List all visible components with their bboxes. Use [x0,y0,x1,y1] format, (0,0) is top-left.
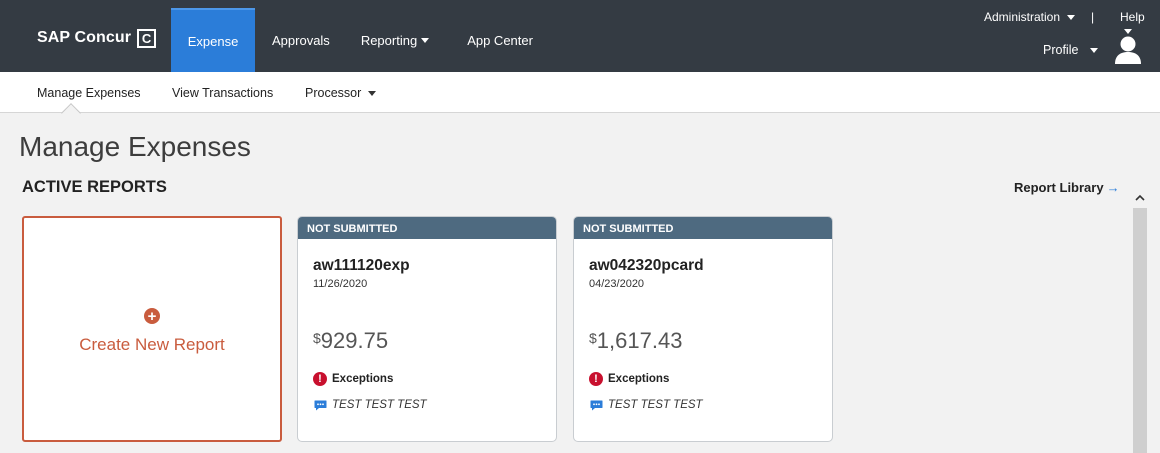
profile-label: Profile [1043,43,1079,57]
nav-reporting[interactable]: Reporting [360,8,430,72]
nav-approvals[interactable]: Approvals [272,8,330,72]
report-status-banner: NOT SUBMITTED [298,217,556,239]
help-menu[interactable]: Help [1120,10,1160,38]
report-comment: TEST TEST TEST [608,399,703,411]
logo-mark-icon: C [137,28,157,48]
caret-down-icon [367,91,376,97]
report-name: aw042320pcard [589,257,704,274]
sap-concur-logo[interactable]: SAP Concur C [37,27,157,49]
page-title: Manage Expenses [19,131,251,162]
create-new-report-card[interactable]: + Create New Report [22,216,282,442]
caret-down-icon [421,37,430,43]
scroll-up-chevron-icon[interactable] [1133,191,1147,205]
report-card[interactable]: NOT SUBMITTED aw111120exp 11/26/2020 $92… [297,216,557,442]
report-comment: TEST TEST TEST [332,399,427,411]
subnav-manage-expenses[interactable]: Manage Expenses [37,86,141,100]
report-date: 11/26/2020 [313,278,368,290]
nav-expense[interactable]: Expense [171,8,255,72]
administration-menu[interactable]: Administration [984,10,1076,24]
exceptions-label: Exceptions [332,373,394,385]
subnav-view-transactions-label: View Transactions [172,86,274,100]
currency-symbol: $ [313,330,321,346]
comment-icon [314,400,327,411]
report-amount: $929.75 [313,328,388,354]
amount-value: 929.75 [320,328,389,353]
report-library-link[interactable]: Report Library → [1014,180,1120,195]
report-name: aw111120exp [313,257,410,274]
currency-symbol: $ [589,330,597,346]
utility-divider: | [1091,10,1095,24]
report-date: 04/23/2020 [589,278,645,290]
profile-menu[interactable]: Profile [1043,43,1098,57]
nav-reporting-label: Reporting [360,32,418,48]
report-library-label: Report Library [1014,180,1104,195]
exceptions-label: Exceptions [608,373,670,385]
caret-down-icon [1089,48,1098,54]
arrow-right-icon: → [1106,180,1120,195]
subnav-processor-label: Processor [305,86,362,100]
nav-approvals-label: Approvals [272,32,330,48]
create-new-report-label: Create New Report [79,335,225,354]
active-reports-heading: ACTIVE REPORTS [22,178,167,196]
top-navigation-bar: SAP Concur C Expense Approvals Reporting… [0,0,1160,72]
subnav-processor[interactable]: Processor [305,86,376,100]
user-avatar-icon[interactable] [1114,35,1142,65]
nav-app-center-label: App Center [467,32,533,48]
subnav-manage-expenses-label: Manage Expenses [37,86,141,100]
comment-icon [590,400,603,411]
report-status-banner: NOT SUBMITTED [574,217,832,239]
sub-navigation-bar: Manage Expenses View Transactions Proces… [0,72,1160,113]
plus-circle-icon: + [144,308,160,324]
vertical-scrollbar[interactable] [1133,208,1147,453]
caret-down-icon [1124,29,1132,35]
nav-expense-label: Expense [187,33,239,49]
nav-app-center[interactable]: App Center [467,8,533,72]
caret-down-icon [1067,15,1076,21]
app-root: SAP Concur C Expense Approvals Reporting… [0,0,1160,453]
administration-label: Administration [984,10,1061,24]
logo-text: SAP Concur [37,29,132,46]
report-card[interactable]: NOT SUBMITTED aw042320pcard 04/23/2020 $… [573,216,833,442]
main-nav: Expense Approvals Reporting App Center [171,8,533,72]
exception-alert-icon: ! [313,372,327,386]
help-label: Help [1120,10,1145,24]
exception-alert-icon: ! [589,372,603,386]
report-amount: $1,617.43 [589,328,682,354]
amount-value: 1,617.43 [596,328,683,353]
subnav-view-transactions[interactable]: View Transactions [172,86,273,100]
